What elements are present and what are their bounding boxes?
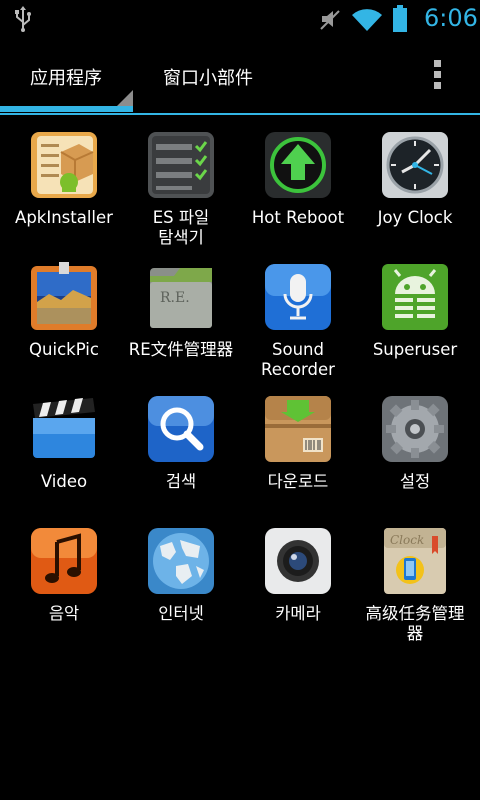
app-label: Video (40, 472, 88, 491)
svg-text:Clock: Clock (390, 533, 424, 547)
tab-divider (0, 113, 480, 115)
search-icon (148, 396, 214, 462)
camera-icon (265, 528, 331, 594)
app-label: Joy Clock (377, 208, 453, 227)
app-label: Sound Recorder (261, 340, 335, 379)
music-icon (31, 528, 97, 594)
app-label: ES 파일 탐색기 (152, 208, 210, 247)
tab-apps[interactable]: 应用程序 (30, 64, 102, 90)
overflow-menu-icon[interactable] (428, 60, 446, 96)
svg-text:R.E.: R.E. (160, 290, 190, 306)
status-time: 6:06 (424, 4, 478, 32)
quickpic-icon (31, 262, 97, 330)
es-file-explorer-icon (148, 132, 214, 198)
app-label: 高级任务管理 器 (365, 604, 465, 643)
mute-icon (320, 10, 340, 30)
app-label: ApkInstaller (15, 208, 113, 227)
app-label: 인터넷 (158, 604, 204, 623)
app-label: QuickPic (29, 340, 99, 359)
superuser-icon (382, 264, 448, 330)
app-label: Superuser (372, 340, 458, 359)
status-bar: 6:06 (0, 0, 480, 38)
app-label: RE文件管理器 (128, 340, 234, 359)
usb-icon (15, 6, 31, 32)
settings-icon (382, 396, 448, 462)
app-label: 카메라 (275, 604, 321, 623)
app-label: Hot Reboot (251, 208, 345, 227)
re-file-manager-icon: R.E. (150, 268, 212, 328)
hot-reboot-icon (265, 132, 331, 198)
app-label: 음악 (48, 604, 80, 623)
app-label: 검색 (165, 472, 197, 491)
sound-recorder-icon (265, 264, 331, 330)
tab-bar: 应用程序 窗口小部件 (0, 38, 480, 116)
battery-icon (393, 5, 407, 32)
joy-clock-icon (382, 132, 448, 198)
tab-selected-indicator (0, 106, 133, 112)
task-manager-icon: Clock (384, 528, 446, 594)
wifi-icon (352, 9, 382, 31)
tab-widgets[interactable]: 窗口小部件 (163, 64, 253, 90)
app-label: 다운로드 (267, 472, 329, 491)
app-label: 설정 (399, 472, 431, 491)
downloads-icon (265, 396, 331, 462)
video-icon (33, 398, 95, 458)
internet-icon (148, 528, 214, 594)
tab-selected-corner (117, 90, 133, 106)
apk-installer-icon (31, 132, 97, 198)
